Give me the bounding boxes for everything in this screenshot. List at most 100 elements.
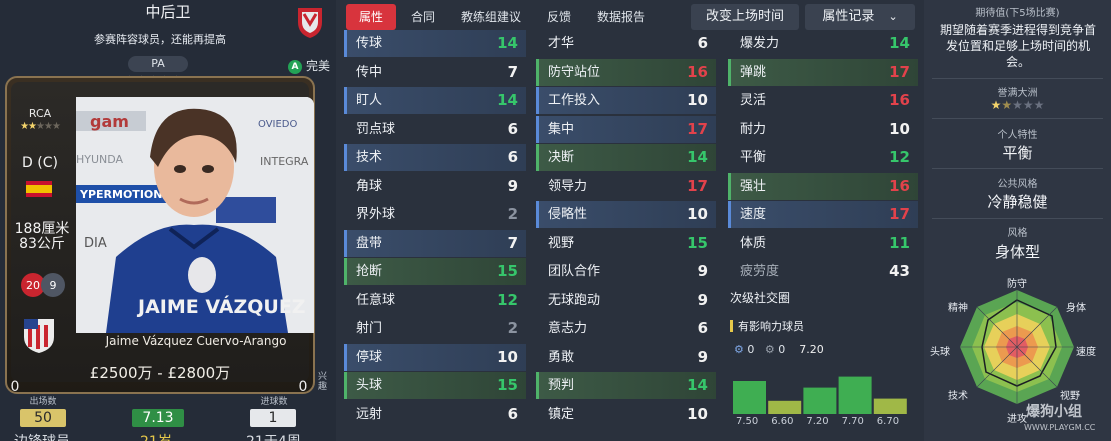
public-style-label: 公共风格 <box>997 179 1038 190</box>
attribute-row[interactable]: 射门 2 <box>344 315 526 342</box>
attribute-row[interactable]: 工作投入 10 <box>536 87 716 114</box>
attribute-row[interactable]: 罚点球 6 <box>344 116 526 143</box>
attribute-value: 9 <box>697 347 708 366</box>
attribute-value: 17 <box>687 119 708 138</box>
attribute-row[interactable]: 强壮 16 <box>728 172 918 200</box>
attribute-row[interactable]: 视野 15 <box>536 230 716 257</box>
attribute-row[interactable]: 界外球 2 <box>344 201 526 228</box>
attribute-row[interactable]: 远射 6 <box>344 401 526 428</box>
attribute-name: 集中 <box>548 121 575 137</box>
attribute-value: 10 <box>889 119 910 138</box>
attribute-row[interactable]: 疲劳度 43 <box>728 258 918 285</box>
attribute-name: 意志力 <box>548 321 588 336</box>
attribute-row[interactable]: 灵活 16 <box>728 87 918 114</box>
trait-value: 平衡 <box>1002 144 1033 162</box>
attribute-row[interactable]: 集中 17 <box>536 115 716 143</box>
tab-attributes[interactable]: 属性 <box>346 4 396 30</box>
svg-text:20: 20 <box>26 279 40 292</box>
attribute-value: 15 <box>497 376 518 394</box>
tab-data-report[interactable]: 数据报告 <box>589 4 653 30</box>
attribute-value: 6 <box>507 148 518 166</box>
tab-contract[interactable]: 合同 <box>405 4 441 30</box>
attribute-record-button[interactable]: 属性记录 ⌄ <box>805 4 915 30</box>
attribute-row[interactable]: 防守站位 16 <box>536 58 716 86</box>
svg-text:YPERMOTION: YPERMOTION <box>79 188 162 201</box>
attribute-row[interactable]: 盯人 14 <box>344 87 526 114</box>
performance-indicator[interactable]: A 完美 <box>288 57 330 74</box>
attribute-row[interactable]: 体质 11 <box>728 230 918 257</box>
svg-text:视野: 视野 <box>1060 389 1080 402</box>
rca-label: RCA <box>28 107 52 120</box>
rating-label: 7.50 <box>736 416 759 427</box>
attribute-row[interactable]: 停球 10 <box>344 343 526 371</box>
attribute-row[interactable]: 镇定 10 <box>536 401 716 428</box>
attribute-value: 12 <box>497 290 518 309</box>
attribute-name: 传球 <box>356 36 383 51</box>
assist-icon: ⚙ <box>734 343 744 356</box>
player-card-panel: 中后卫 参赛阵容球员，还能再提高 PA ★★★★★ A完美 gam HYUNDA… <box>0 0 336 441</box>
svg-text:INTEGRA: INTEGRA <box>260 155 309 168</box>
attribute-row[interactable]: 角球 9 <box>344 173 526 200</box>
player-photo: gam HYUNDA YPERMOTION OVIEDO INTEGRA DIA… <box>76 97 314 333</box>
attribute-value: 6 <box>697 34 708 52</box>
reputation-stars: ★★★★★ <box>990 98 1045 112</box>
attribute-row[interactable]: 速度 17 <box>728 201 918 228</box>
attribute-name: 耐力 <box>740 121 767 137</box>
tab-coach-advice[interactable]: 教练组建议 <box>453 4 529 30</box>
attribute-row[interactable]: 领导力 17 <box>536 173 716 200</box>
player-role: 中后卫 <box>145 3 191 21</box>
attribute-name: 团队合作 <box>548 264 601 279</box>
attribute-value: 14 <box>889 34 910 52</box>
squad-number-icon: 20 9 <box>21 273 65 297</box>
attribute-row[interactable]: 意志力 6 <box>536 315 716 342</box>
player-value: £2500万 - £2800万 <box>89 364 231 382</box>
attribute-value: 7 <box>507 233 518 252</box>
attribute-row[interactable]: 决断 14 <box>536 144 716 171</box>
attribute-value: 9 <box>697 262 708 280</box>
attribute-row[interactable]: 任意球 12 <box>344 287 526 314</box>
attribute-value: 10 <box>497 347 518 366</box>
attribute-row[interactable]: 头球 15 <box>344 372 526 399</box>
attribute-value: 17 <box>687 176 708 195</box>
goals-value: 1 <box>250 409 296 427</box>
goal-icon: ⚙ <box>764 343 775 356</box>
watermark-url: WWW.PLAYGM.CC <box>1024 423 1096 432</box>
appearances-label: 出场数 <box>29 397 57 407</box>
change-playing-time-button[interactable]: 改变上场时间 <box>691 4 799 30</box>
attribute-row[interactable]: 耐力 10 <box>728 116 918 143</box>
rating-bar <box>733 381 766 414</box>
attribute-name: 视野 <box>548 235 575 251</box>
attribute-row[interactable]: 才华 6 <box>536 30 716 57</box>
social-circle-label: 次级社交圈 <box>730 291 791 305</box>
tab-feedback[interactable]: 反馈 <box>541 4 577 30</box>
attribute-name: 体质 <box>740 235 767 251</box>
attribute-value: 11 <box>889 233 910 252</box>
attribute-name: 头球 <box>356 378 383 393</box>
attribute-name: 才华 <box>548 36 575 51</box>
attribute-radar-chart: 防守 身体 速度 视野 进攻 技术 头球 精神 爆狗小组 WWW.PLAYGM.… <box>930 277 1096 432</box>
attribute-row[interactable]: 预判 14 <box>536 372 716 399</box>
attribute-row[interactable]: 爆发力 14 <box>728 30 918 57</box>
attribute-row[interactable]: 无球跑动 9 <box>536 287 716 314</box>
svg-text:技术: 技术 <box>948 389 968 402</box>
reputation-label: 誉满大洲 <box>997 88 1038 99</box>
attribute-name: 罚点球 <box>356 121 396 137</box>
attribute-value: 17 <box>889 205 910 223</box>
trait-label: 个人特性 <box>997 130 1038 141</box>
attribute-row[interactable]: 勇敢 9 <box>536 344 716 371</box>
attribute-row[interactable]: 传球 14 <box>344 30 526 57</box>
attribute-row[interactable]: 盘带 7 <box>344 229 526 257</box>
attribute-name: 预判 <box>548 378 575 393</box>
attribute-name: 灵活 <box>740 93 767 108</box>
attribute-row[interactable]: 团队合作 9 <box>536 258 716 285</box>
svg-text:gam: gam <box>90 112 129 131</box>
attribute-row[interactable]: 传中 7 <box>344 59 526 86</box>
attribute-row[interactable]: 技术 6 <box>344 144 526 171</box>
attribute-value: 6 <box>697 319 708 337</box>
attribute-value: 10 <box>687 205 708 223</box>
attribute-name: 停球 <box>356 349 383 365</box>
attribute-row[interactable]: 平衡 12 <box>728 144 918 171</box>
attribute-row[interactable]: 侵略性 10 <box>536 201 716 228</box>
attribute-row[interactable]: 弹跳 17 <box>728 58 918 86</box>
attribute-row[interactable]: 抢断 15 <box>344 258 526 285</box>
